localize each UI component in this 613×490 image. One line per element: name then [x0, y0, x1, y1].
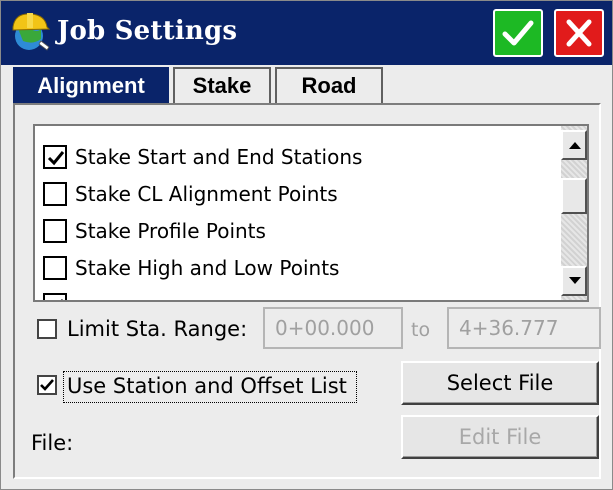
checkbox[interactable] [43, 218, 67, 243]
close-x-icon [566, 19, 592, 47]
list-item[interactable]: Stake High and Low Points [43, 249, 553, 286]
use-station-offset-label: Use Station and Offset List [67, 374, 347, 398]
window-title: Job Settings [57, 16, 238, 46]
scroll-thumb[interactable] [561, 178, 587, 214]
checkmark-icon [40, 379, 54, 391]
list-item-partial[interactable] [43, 286, 553, 300]
edit-file-button[interactable]: Edit File [401, 415, 599, 459]
list-scrollbar[interactable] [561, 126, 587, 300]
tab-stake[interactable]: Stake [173, 67, 271, 103]
list-items: Stake Start and End Stations Stake CL Al… [43, 138, 553, 300]
limit-range-checkbox[interactable] [37, 319, 57, 339]
checkmark-icon [60, 298, 64, 300]
scroll-down-button[interactable] [561, 266, 587, 296]
list-item[interactable]: Stake CL Alignment Points [43, 175, 553, 212]
list-item-label: Stake High and Low Points [75, 255, 340, 280]
job-settings-window: Job Settings Alignment Stake Road Stake … [0, 0, 613, 490]
range-from-field[interactable]: 0+00.000 [263, 307, 403, 349]
tab-alignment[interactable]: Alignment [13, 67, 169, 103]
list-item-label: Stake Profile Points [75, 218, 266, 243]
close-button[interactable] [554, 9, 604, 57]
range-to-field[interactable]: 4+36.777 [447, 307, 601, 349]
checkbox[interactable] [43, 255, 67, 280]
stake-options-list[interactable]: Stake Start and End Stations Stake CL Al… [33, 124, 589, 302]
checkbox[interactable] [43, 181, 67, 206]
ok-button[interactable] [493, 9, 543, 57]
list-item-label: Stake CL Alignment Points [75, 181, 338, 206]
list-item-label: Stake Start and End Stations [75, 144, 363, 169]
file-label: File: [31, 431, 74, 455]
select-file-button[interactable]: Select File [401, 361, 599, 405]
arrow-up-icon [569, 142, 581, 149]
hardhat-globe-icon [11, 11, 51, 53]
range-to-label: to [411, 319, 431, 341]
arrow-down-icon [569, 277, 581, 284]
use-station-offset-checkbox[interactable] [37, 375, 57, 395]
checkbox-checked[interactable] [43, 144, 67, 169]
tab-bar: Alignment Stake Road [13, 67, 613, 105]
limit-range-label: Limit Sta. Range: [67, 317, 248, 341]
tab-road[interactable]: Road [275, 67, 383, 103]
checkmark-icon [502, 20, 534, 46]
list-item[interactable]: Stake Profile Points [43, 212, 553, 249]
checkmark-icon [47, 150, 65, 165]
title-bar: Job Settings [1, 1, 612, 65]
checkbox-checked[interactable] [43, 292, 67, 300]
list-item[interactable]: Stake Start and End Stations [43, 138, 553, 175]
scroll-up-button[interactable] [561, 130, 587, 160]
